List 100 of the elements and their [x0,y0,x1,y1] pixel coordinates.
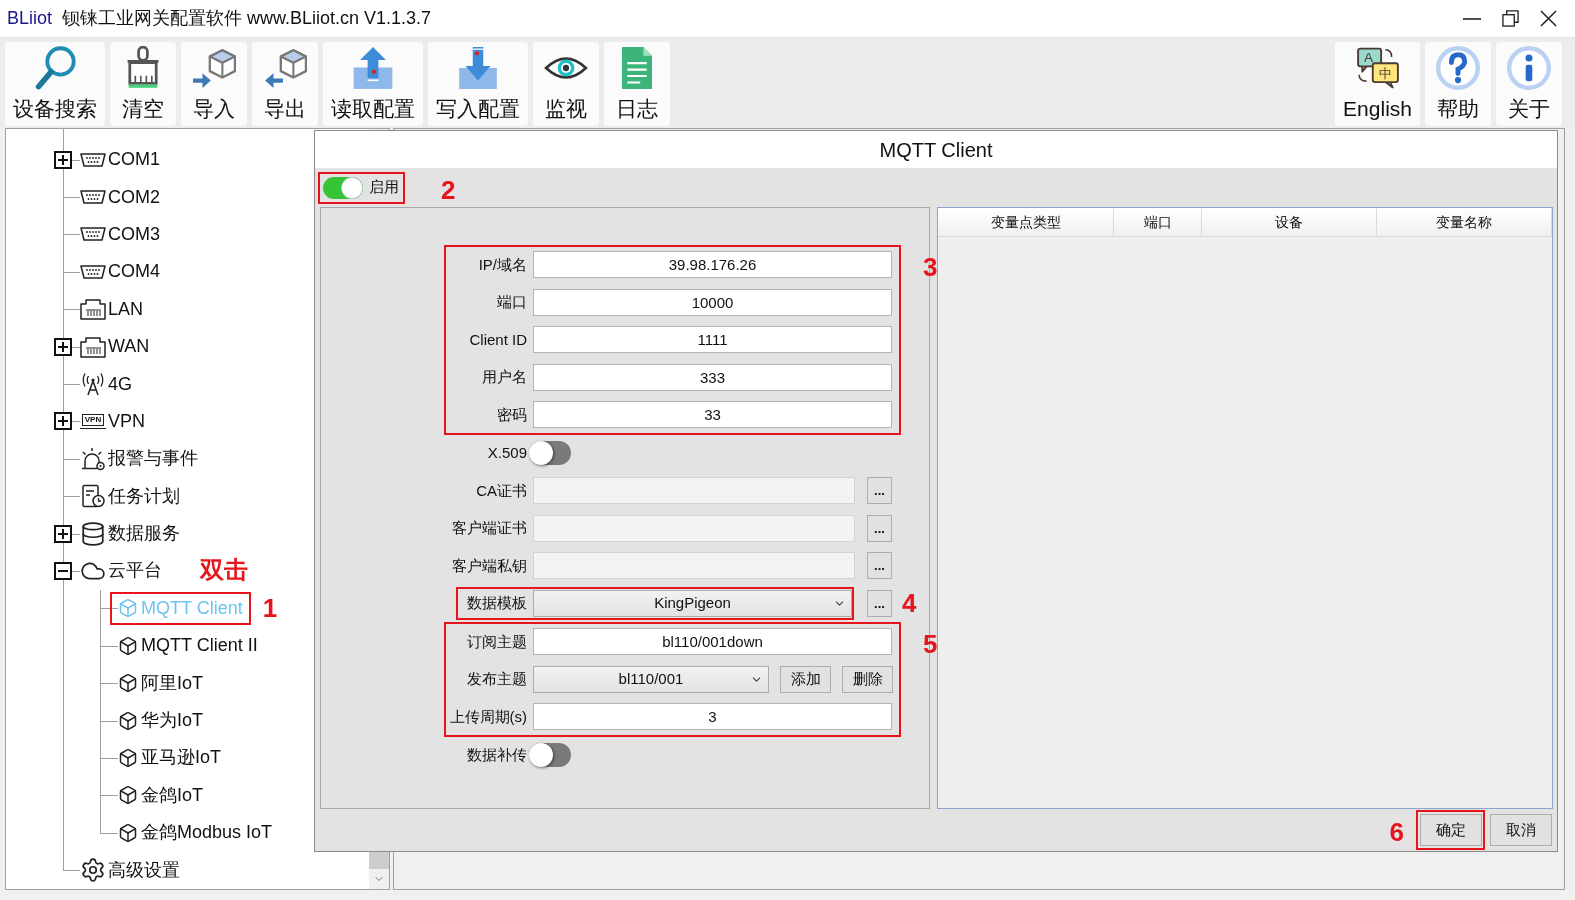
tree-item[interactable]: 高级设置 [108,856,180,884]
toggle-switch[interactable] [323,176,363,199]
info-icon [1507,46,1551,90]
toolbar-button[interactable]: A 中 English [1335,42,1420,126]
tree-item[interactable]: 金鸽IoT [141,781,203,809]
field-label: 上传周期(s) [448,706,528,727]
input-field[interactable]: 33 [533,401,892,429]
serial-port-icon [80,189,106,206]
help-icon [1436,46,1480,90]
field-label: Client ID [468,329,528,350]
search-icon [33,46,77,90]
serial-port-icon [80,151,106,168]
field-label: 端口 [496,292,528,312]
toolbar-button[interactable]: 清空 [110,42,176,126]
field-label: CA证书 [475,480,528,501]
callout-number: 2 [441,175,456,204]
tree-item[interactable]: 4G [108,370,132,398]
column-header[interactable]: 变量名称 [1377,208,1552,236]
tree-item[interactable]: 任务计划 [108,482,180,510]
callout-number: 4 [902,589,917,618]
browse-button[interactable]: ... [867,589,892,617]
minus-box-icon[interactable] [54,562,72,580]
input-field[interactable]: 3 [533,703,892,731]
toolbar-button[interactable]: 导出 [252,42,318,126]
tree-item[interactable]: 数据服务 [108,520,180,548]
close-icon [1539,10,1557,27]
field-label: 订阅主题 [466,631,528,652]
toolbar-button[interactable]: 读取配置 [323,42,423,126]
tree-item[interactable]: 亚马逊IoT [141,744,221,772]
column-header[interactable]: 变量点类型 [938,208,1114,236]
serial-port-icon [80,226,106,243]
callout-number: 1 [262,594,278,623]
toolbar-button[interactable]: 设备搜索 [5,42,105,126]
toolbar-button[interactable]: 帮助 [1425,42,1491,126]
cube-icon [118,710,138,731]
callout-number: 3 [923,253,938,281]
plus-box-icon[interactable] [54,524,72,543]
input-field[interactable]: 333 [533,363,892,391]
document-clock-icon [80,484,106,509]
plus-box-icon[interactable] [54,337,72,356]
cube-icon [118,635,138,656]
field-label: 客户端证书 [451,518,528,538]
toolbar-button[interactable]: 日志 [604,42,670,126]
tree-item[interactable]: COM1 [108,146,160,174]
minimize-icon [1463,17,1481,20]
input-field[interactable]: 10000 [533,288,892,316]
alarm-light-gear-icon [80,446,106,471]
field-label: X.509 [486,443,528,463]
toolbar-button[interactable]: 导入 [181,42,247,126]
cube-icon [118,598,138,619]
toolbar-button[interactable]: 关于 [1496,42,1562,126]
cube-arrow-right-icon [192,46,236,90]
tree-item[interactable]: LAN [108,295,143,323]
tree-item[interactable]: VPN [108,407,145,435]
antenna-icon [80,372,106,397]
plus-box-icon[interactable] [54,150,72,169]
dropdown[interactable]: KingPigeon [533,589,852,617]
tree-item[interactable]: 华为IoT [141,707,203,735]
field-label: 用户名 [481,367,528,387]
restore-icon [1501,10,1519,27]
app-brand: BLiiot [7,7,53,30]
tree-item[interactable]: 报警与事件 [108,445,198,473]
input-field[interactable]: 39.98.176.26 [533,251,892,279]
tree-item[interactable]: COM4 [108,258,160,286]
callout-note: 双击 [200,555,248,584]
plus-box-icon[interactable] [54,412,72,431]
serial-port-icon [80,263,106,280]
tree-item[interactable]: 金鸽Modbus IoT [141,819,273,847]
window-title: 钡铼工业网关配置软件 www.BLiiot.cn V1.1.3.7 [62,7,432,30]
tray-arrow-down-icon [456,46,500,90]
column-header[interactable]: 设备 [1202,208,1377,236]
tree-item[interactable]: MQTT Client II [141,632,258,660]
action-button[interactable]: 添加 [780,665,831,693]
tree-item[interactable]: 阿里IoT [141,669,203,697]
dialog-title: MQTT Client [879,137,993,163]
field-label: 数据模板 [466,593,528,613]
dropdown[interactable]: bl110/001 [533,665,769,693]
dialog-button[interactable]: 确定 [1419,814,1482,846]
dialog-button[interactable]: 取消 [1490,814,1552,846]
input-field[interactable]: bl110/001down [533,628,892,656]
tree-item[interactable]: COM3 [108,220,160,248]
callout-number: 5 [923,630,938,658]
toolbar-button[interactable]: 监视 [533,42,599,126]
input-field[interactable]: 1111 [533,326,892,354]
toolbar-button[interactable]: 写入配置 [428,42,528,126]
toggle-switch[interactable] [529,743,571,768]
network-port-icon [80,298,106,321]
database-icon [80,520,106,547]
action-button[interactable]: 删除 [842,665,893,693]
tree-item[interactable]: 云平台 [108,557,162,585]
toggle-switch[interactable] [529,441,571,466]
settings-icon [80,857,106,884]
column-header[interactable]: 端口 [1114,208,1202,236]
cube-icon [118,673,138,694]
cube-icon [118,822,138,843]
field-label: 密码 [496,404,528,425]
tree-item[interactable]: WAN [108,333,150,361]
cube-icon [118,785,138,806]
tree-item[interactable]: COM2 [108,183,160,211]
field-label: 发布主题 [466,669,528,689]
